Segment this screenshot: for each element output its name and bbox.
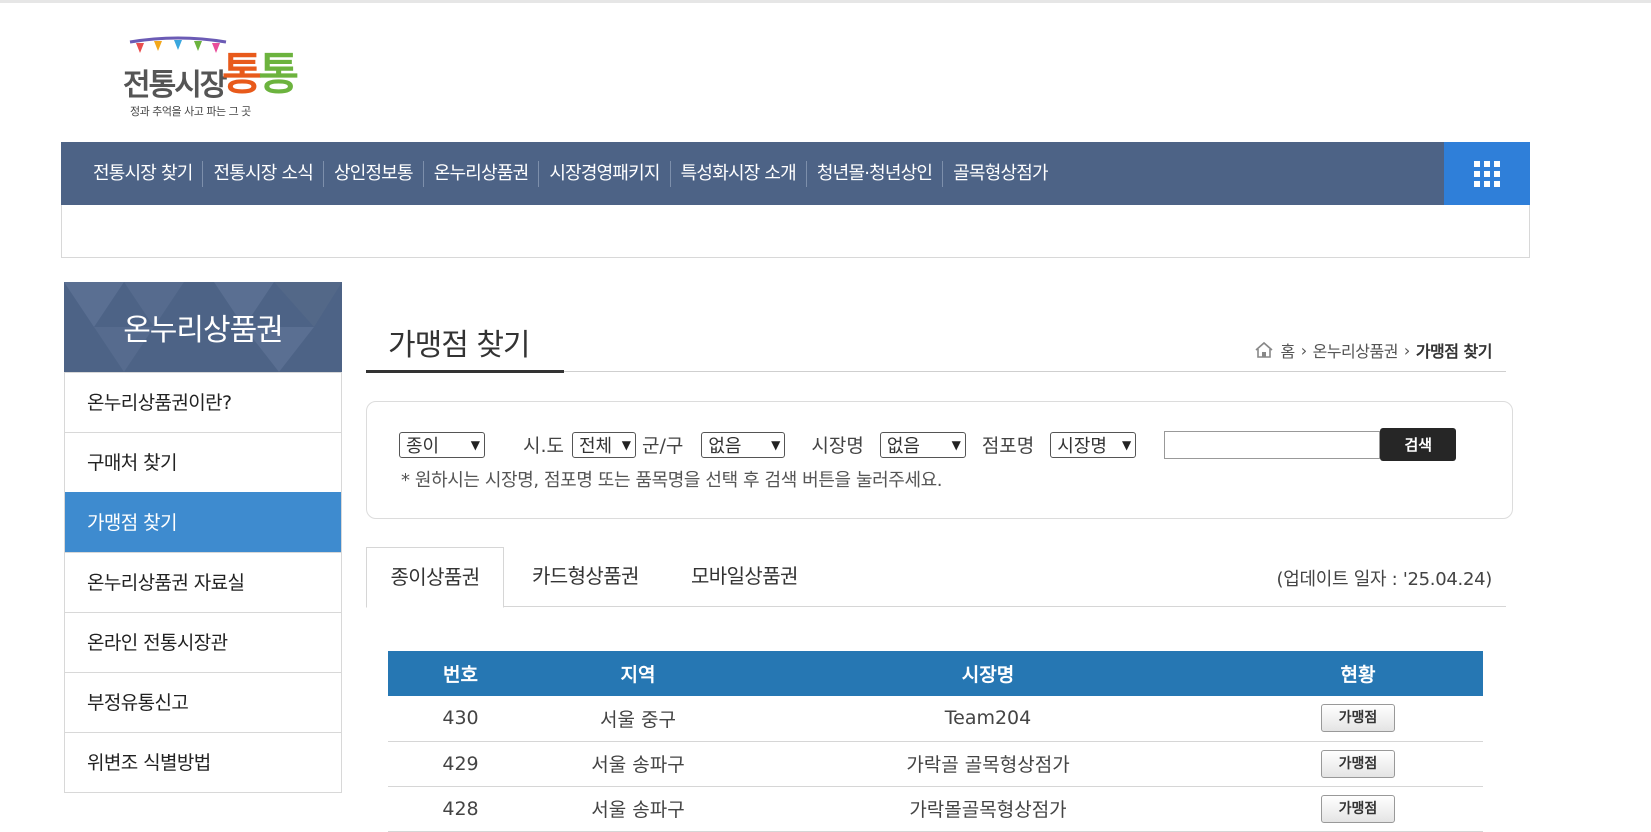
table-header: 번호 지역 시장명 현황 [388, 651, 1483, 696]
logo-highlight: 통통 [222, 49, 299, 100]
nav-item-market-search[interactable]: 전통시장 찾기 [83, 161, 202, 187]
gungu-label: 군/구 [642, 435, 684, 457]
logo-tagline: 정과 추억을 사고 파는 그 곳 [130, 105, 251, 118]
page-title-area: 가맹점 찾기 홈 › 온누리상품권 › 가맹점 찾기 [366, 300, 1506, 373]
title-underline [366, 370, 564, 373]
side-item-library[interactable]: 온누리상품권 자료실 [65, 552, 341, 612]
cell-status: 가맹점 [1233, 696, 1483, 742]
market-select[interactable]: 없음 ▼ [879, 431, 966, 458]
grid-icon [1474, 160, 1500, 187]
main-nav: 전통시장 찾기 전통시장 소식 상인정보통 온누리상품권 시장경영패키지 특성화… [61, 142, 1530, 205]
breadcrumb-current: 가맹점 찾기 [1415, 342, 1493, 361]
store-select[interactable]: 시장명 ▼ [1050, 431, 1137, 458]
side-nav: 온누리상품권 온누리상품권이란? 구매처 찾기 가맹점 찾기 온누리상품권 자료… [64, 282, 342, 793]
store-label: 점포명 [981, 435, 1035, 457]
nav-item-alley[interactable]: 골목형상점가 [942, 160, 1058, 187]
search-note: * 원하시는 시장명, 점포명 또는 품목명을 선택 후 검색 버튼을 눌러주세… [401, 470, 943, 491]
side-item-counterfeit[interactable]: 위변조 식별방법 [65, 732, 341, 792]
nav-item-special-market[interactable]: 특성화시장 소개 [669, 160, 806, 187]
sido-select[interactable]: 전체 ▼ [572, 431, 636, 458]
tab-mobile[interactable]: 모바일상품권 [691, 547, 798, 607]
tab-paper[interactable]: 종이상품권 [366, 547, 504, 608]
cell-number: 430 [388, 696, 533, 742]
cell-market: 가락몰골목형상점가 [743, 786, 1233, 832]
sub-menu-bar [61, 205, 1530, 258]
page-title: 가맹점 찾기 [388, 328, 531, 363]
cell-number: 428 [388, 786, 533, 832]
cell-region: 서울 중구 [533, 696, 743, 742]
side-nav-title: 온누리상품권 [64, 282, 342, 372]
col-status: 현황 [1233, 651, 1483, 696]
chevron-down-icon: ▼ [470, 437, 480, 452]
nav-item-market-news[interactable]: 전통시장 소식 [202, 160, 322, 187]
store-list-button[interactable]: 가맹점 [1321, 749, 1395, 778]
table-row: 428 서울 송파구 가락몰골목형상점가 가맹점 [388, 786, 1483, 832]
table-row: 429 서울 송파구 가락골 골목형상점가 가맹점 [388, 741, 1483, 787]
nav-item-onnuri[interactable]: 온누리상품권 [422, 160, 539, 187]
type-select[interactable]: 종이 ▼ [399, 431, 485, 458]
top-border [0, 0, 1651, 3]
breadcrumb-level1[interactable]: 온누리상품권 [1313, 338, 1399, 362]
search-button[interactable]: 검색 [1380, 428, 1457, 461]
breadcrumb-home[interactable]: 홈 [1280, 338, 1295, 362]
col-number: 번호 [388, 651, 533, 696]
nav-item-merchant-info[interactable]: 상인정보통 [322, 160, 423, 187]
col-market: 시장명 [743, 651, 1233, 696]
chevron-down-icon: ▼ [771, 437, 781, 452]
sido-label: 시.도 [523, 435, 564, 457]
chevron-right-icon: › [1403, 340, 1410, 360]
chevron-right-icon: › [1300, 340, 1307, 360]
gungu-select[interactable]: 없음 ▼ [701, 431, 786, 458]
side-item-report[interactable]: 부정유통신고 [65, 672, 341, 732]
cell-region: 서울 송파구 [533, 786, 743, 832]
cell-region: 서울 송파구 [533, 741, 743, 787]
tab-bar: 종이상품권 카드형상품권 모바일상품권 (업데이트 일자 : '25.04.24… [366, 547, 1506, 608]
home-icon[interactable] [1254, 341, 1274, 359]
nav-item-package[interactable]: 시장경영패키지 [538, 160, 669, 187]
col-region: 지역 [533, 651, 743, 696]
chevron-down-icon: ▼ [621, 437, 631, 452]
side-item-online-market[interactable]: 온라인 전통시장관 [65, 612, 341, 672]
side-item-store-search[interactable]: 가맹점 찾기 [65, 492, 341, 552]
tab-card[interactable]: 카드형상품권 [532, 547, 639, 607]
nav-item-youth[interactable]: 청년몰·청년상인 [805, 160, 942, 187]
cell-status: 가맹점 [1233, 786, 1483, 832]
store-list-button[interactable]: 가맹점 [1321, 704, 1395, 733]
market-label: 시장명 [811, 435, 864, 457]
flags-icon [129, 36, 227, 53]
cell-market: 가락골 골목형상점가 [743, 741, 1233, 787]
search-input[interactable] [1164, 430, 1381, 459]
all-menu-button[interactable] [1444, 142, 1530, 205]
update-date: (업데이트 일자 : '25.04.24) [1276, 569, 1493, 590]
store-table: 번호 지역 시장명 현황 430 서울 중구 Team204 가맹점 429 서… [388, 651, 1483, 832]
cell-number: 429 [388, 741, 533, 787]
table-row: 430 서울 중구 Team204 가맹점 [388, 696, 1483, 742]
side-item-about[interactable]: 온누리상품권이란? [65, 372, 341, 432]
site-logo[interactable]: 전통시장 통통 정과 추억을 사고 파는 그 곳 [118, 30, 299, 120]
chevron-down-icon: ▼ [1122, 437, 1132, 452]
logo-text: 전통시장 [123, 68, 227, 103]
breadcrumb: 홈 › 온누리상품권 › 가맹점 찾기 [1254, 338, 1493, 362]
side-item-purchase[interactable]: 구매처 찾기 [65, 432, 341, 492]
search-row: 종이 ▼ 시.도 전체 ▼ 군/구 없음 ▼ 시장명 없음 ▼ 점포명 시장명 ▼ 검색 [399, 428, 1457, 461]
cell-market: Team204 [743, 696, 1233, 742]
chevron-down-icon: ▼ [951, 437, 961, 452]
cell-status: 가맹점 [1233, 741, 1483, 787]
store-list-button[interactable]: 가맹점 [1321, 794, 1395, 823]
search-box: 종이 ▼ 시.도 전체 ▼ 군/구 없음 ▼ 시장명 없음 ▼ 점포명 시장명 ▼ 검색 … [366, 401, 1513, 519]
